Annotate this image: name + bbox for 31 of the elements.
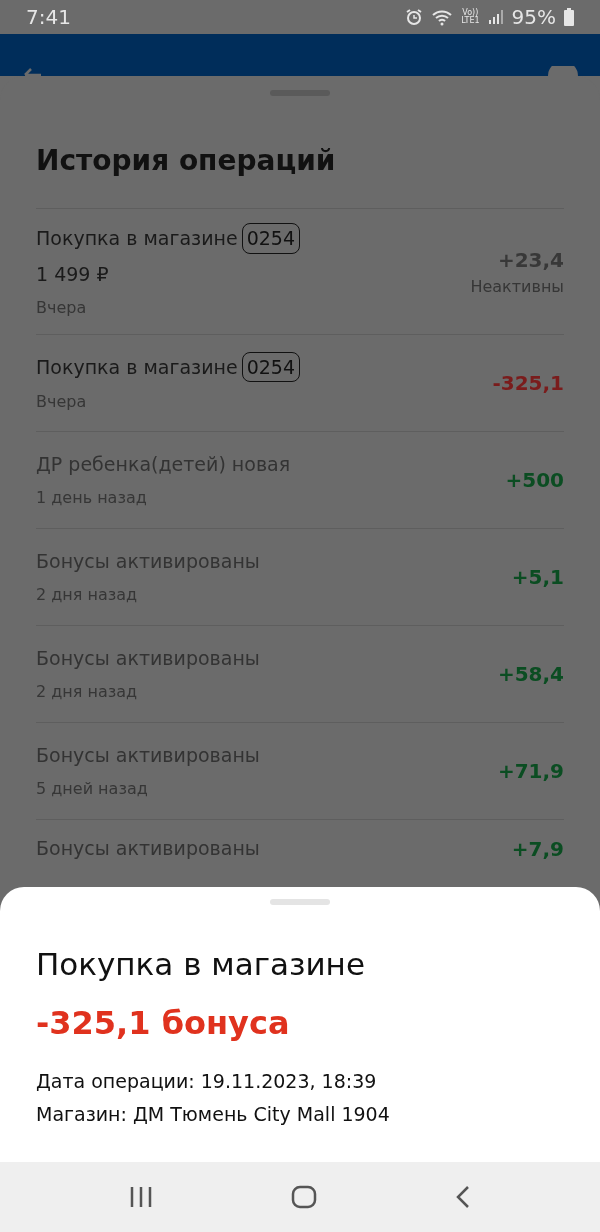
bonus-amount: +500 bbox=[505, 467, 564, 494]
operation-title: ДР ребенка(детей) новая bbox=[36, 451, 291, 477]
alarm-icon bbox=[405, 8, 424, 26]
detail-line: Магазин: ДМ Тюмень City Mall 1904 bbox=[36, 1101, 391, 1127]
store-code: 0254 bbox=[241, 223, 300, 254]
home-icon[interactable] bbox=[291, 1185, 317, 1209]
bonus-amount: +71,9 bbox=[497, 758, 564, 785]
drag-handle[interactable] bbox=[270, 898, 330, 905]
operation-title: Бонусы активированы bbox=[36, 742, 260, 768]
purchase-price: 1 499 ₽ bbox=[36, 261, 110, 287]
bonus-amount: +5,1 bbox=[511, 564, 564, 591]
battery-percent: 95% bbox=[511, 4, 556, 31]
network-label: Vo)) LTE1 bbox=[461, 9, 480, 25]
operation-title: Покупка в магазине bbox=[36, 354, 238, 380]
detail-line: Дата операции: 19.11.2023, 18:39 bbox=[36, 1069, 378, 1094]
bonus-amount: -325,1 бонуса bbox=[36, 1003, 291, 1044]
wifi-icon bbox=[431, 8, 454, 26]
recent-apps-icon[interactable] bbox=[129, 1186, 153, 1208]
operation-title: Бонусы активированы bbox=[36, 836, 260, 861]
battery-icon bbox=[564, 8, 574, 26]
operation-title: Бонусы активированы bbox=[36, 645, 260, 671]
operation-title: Покупка в магазине bbox=[36, 226, 238, 251]
store-code: 0254 bbox=[241, 351, 300, 383]
signal-icon bbox=[487, 9, 504, 25]
operation-title: Бонусы активированы bbox=[36, 548, 260, 574]
bonus-amount: -325,1 bbox=[492, 370, 564, 397]
details-title: Покупка в магазине bbox=[36, 944, 366, 984]
bonus-amount: +58,4 bbox=[497, 661, 564, 688]
clock-time: 7:41 bbox=[26, 4, 71, 31]
sheet-title: История операций bbox=[36, 143, 337, 179]
bonus-amount: +7,9 bbox=[511, 836, 564, 863]
